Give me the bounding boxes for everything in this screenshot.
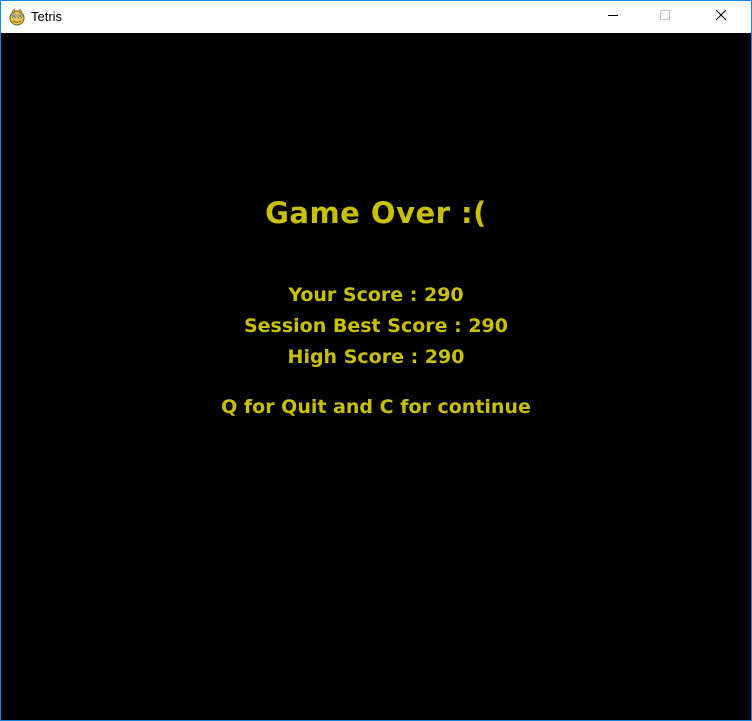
- maximize-button[interactable]: [642, 1, 688, 33]
- high-score-text: High Score : 290: [287, 346, 465, 368]
- minimize-icon: [607, 8, 619, 26]
- app-window: Tetris Game Over :(Your Score: 290 Ses…: [0, 0, 752, 721]
- app-icon: [8, 8, 26, 26]
- game-over-title: Game Over :(: [265, 196, 487, 230]
- session-best-score-text: Session Best Score : 290: [243, 315, 508, 337]
- your-score-text: Your Score : 290: [288, 284, 464, 306]
- close-icon: [715, 8, 727, 26]
- game-canvas[interactable]: Game Over :( Your Score : 290 Session Be…: [1, 33, 751, 720]
- window-title: Tetris: [31, 9, 63, 24]
- close-button[interactable]: [698, 1, 744, 33]
- continue-instructions-text: Q for Quit and C for continue: [221, 396, 531, 418]
- maximize-icon: [659, 8, 671, 26]
- minimize-button[interactable]: [590, 1, 636, 33]
- title-bar[interactable]: Tetris: [1, 1, 751, 33]
